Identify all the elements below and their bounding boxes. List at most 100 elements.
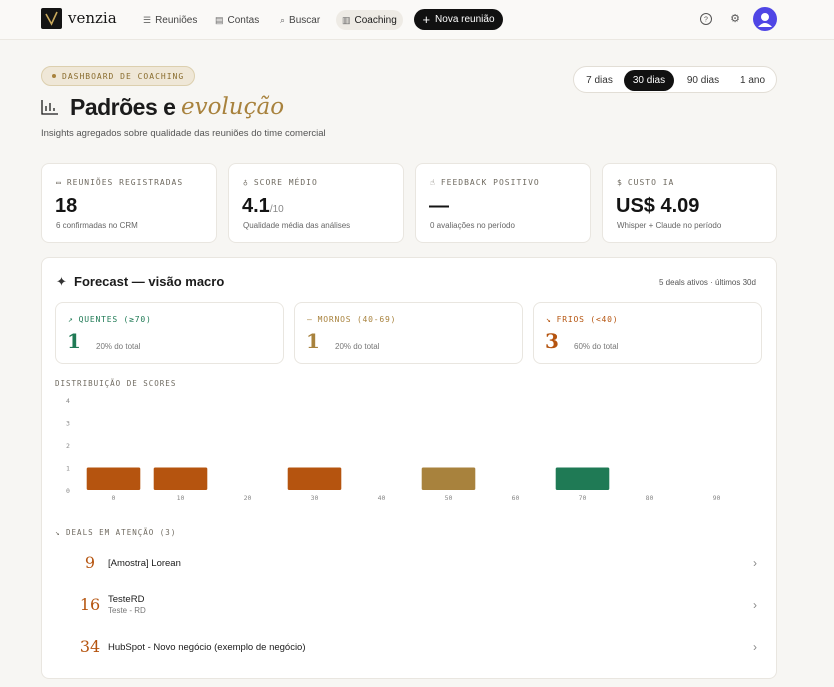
kpi-card-cost: $ CUSTO IA US$ 4.09 Whisper + Claude no …	[602, 163, 777, 243]
segment-label: MORNOS (40-69)	[317, 315, 397, 324]
kpi-card-meetings: ▭ REUNIÕES REGISTRADAS 18 6 confirmadas …	[41, 163, 217, 243]
top-bar: venzia ☰ Reuniões ▤ Contas ⌕ Buscar ▥ Co…	[0, 0, 834, 40]
nav-reunioes[interactable]: ☰ Reuniões	[137, 10, 203, 30]
x-tick-label: 50	[445, 494, 453, 502]
kpi-sub: Qualidade média das análises	[243, 221, 351, 230]
kpi-value: 18	[55, 195, 78, 217]
chevron-right-icon: ›	[753, 640, 757, 654]
bar-chart-icon: ▥	[342, 14, 351, 25]
period-1y[interactable]: 1 ano	[731, 70, 774, 91]
deal-sub: Teste - RD	[108, 606, 146, 615]
kpi-value: 4.1	[242, 195, 270, 217]
segment-sub: 20% do total	[96, 342, 141, 351]
deal-score: 9	[84, 553, 96, 572]
x-tick-label: 70	[579, 494, 587, 502]
nav-label: Buscar	[289, 14, 321, 26]
segment-cold[interactable]: ↘ FRIOS (<40) 3 60% do total	[533, 302, 762, 364]
kpi-label-wrap: $ CUSTO IA	[617, 178, 674, 187]
distribution-label: DISTRIBUIÇÃO DE SCORES	[55, 379, 177, 388]
bar-50[interactable]	[421, 467, 476, 491]
logo-icon	[41, 8, 62, 29]
avatar[interactable]	[753, 7, 777, 31]
deal-row[interactable]: 9 [Amostra] Lorean ›	[77, 549, 757, 579]
kpi-sub: 6 confirmadas no CRM	[56, 221, 138, 230]
nav-label: Reuniões	[155, 14, 198, 26]
segment-label: QUENTES (≥70)	[78, 315, 152, 324]
search-icon: ⌕	[280, 14, 286, 25]
period-30d[interactable]: 30 dias	[624, 70, 674, 91]
kpi-suffix: /10	[269, 204, 284, 215]
segment-hot[interactable]: ↗ QUENTES (≥70) 1 20% do total	[55, 302, 284, 364]
chevron-right-icon: ›	[753, 556, 757, 570]
x-tick-label: 0	[112, 494, 116, 502]
y-tick-label: 2	[66, 442, 70, 450]
calendar-icon: ▭	[56, 178, 62, 187]
segment-sub: 20% do total	[335, 342, 380, 351]
segment-value: 1	[67, 329, 81, 353]
new-meeting-button[interactable]: + Nova reunião	[414, 9, 503, 30]
trending-up-icon: ↗	[68, 315, 74, 324]
trending-down-icon: ↘	[55, 528, 61, 537]
segment-label-wrap: — MORNOS (40-69)	[307, 315, 396, 324]
kpi-value-wrap: 18	[55, 195, 77, 218]
bar-0[interactable]	[86, 467, 141, 491]
deal-name: [Amostra] Lorean	[108, 558, 181, 569]
app-name[interactable]: venzia	[68, 9, 117, 27]
building-icon: ▤	[215, 14, 224, 25]
score-distribution-chart: 012340 10 20 30 40 50 60 70 80 90	[66, 397, 721, 502]
page-subtitle: Insights agregados sobre qualidade das r…	[41, 128, 326, 139]
y-tick-label: 1	[66, 465, 70, 473]
thumbs-up-icon: ☝	[430, 178, 436, 187]
nav-label: Coaching	[354, 14, 397, 26]
badge-dot-icon	[52, 74, 56, 78]
bar-10[interactable]	[153, 467, 208, 491]
y-tick-label: 3	[66, 420, 70, 428]
dollar-icon: $	[617, 178, 623, 187]
badge-label: DASHBOARD DE COACHING	[62, 71, 185, 81]
chevron-right-icon: ›	[753, 598, 757, 612]
gear-icon[interactable]: ⚙	[728, 12, 742, 26]
kpi-sub: 0 avaliações no período	[430, 221, 515, 230]
x-tick-label: 10	[177, 494, 185, 502]
nav-coaching[interactable]: ▥ Coaching	[336, 10, 403, 30]
bar-70[interactable]	[555, 467, 610, 491]
period-90d[interactable]: 90 dias	[678, 70, 728, 91]
page-title-accent: evolução	[181, 94, 285, 120]
award-icon: ♁	[243, 178, 249, 187]
bar-30[interactable]	[287, 467, 342, 491]
svg-text:?: ?	[704, 17, 708, 24]
deals-label-wrap: ↘ DEALS EM ATENÇÃO (3)	[55, 528, 176, 537]
period-7d[interactable]: 7 dias	[578, 70, 621, 91]
nav-buscar[interactable]: ⌕ Buscar	[274, 10, 326, 30]
kpi-value-wrap: 4.1/10	[242, 195, 284, 218]
kpi-label: FEEDBACK POSITIVO	[440, 178, 540, 187]
kpi-label: REUNIÕES REGISTRADAS	[66, 178, 184, 187]
kpi-value: US$ 4.09	[616, 195, 700, 217]
deal-score: 16	[79, 595, 101, 614]
segment-label-wrap: ↘ FRIOS (<40)	[546, 315, 618, 324]
deal-name: HubSpot - Novo negócio (exemplo de negóc…	[108, 642, 306, 653]
y-tick-label: 4	[66, 397, 70, 405]
bar-chart-icon	[41, 99, 59, 120]
segment-label-wrap: ↗ QUENTES (≥70)	[68, 315, 152, 324]
nav-label: Contas	[227, 14, 260, 26]
dashboard-badge: DASHBOARD DE COACHING	[41, 66, 196, 86]
forecast-meta: 5 deals ativos · últimos 30d	[659, 278, 756, 287]
kpi-card-feedback: ☝ FEEDBACK POSITIVO — 0 avaliações no pe…	[415, 163, 591, 243]
segment-warm[interactable]: — MORNOS (40-69) 1 20% do total	[294, 302, 523, 364]
list-icon: ☰	[143, 14, 152, 25]
x-tick-label: 90	[713, 494, 721, 502]
deal-row[interactable]: 34 HubSpot - Novo negócio (exemplo de ne…	[77, 633, 757, 663]
x-tick-label: 30	[311, 494, 319, 502]
dash-icon: —	[307, 315, 313, 324]
plus-icon: +	[422, 12, 431, 27]
x-tick-label: 40	[378, 494, 386, 502]
kpi-value-wrap: —	[429, 195, 449, 218]
deal-row[interactable]: 16 TesteRD Teste - RD ›	[77, 591, 757, 621]
y-tick-label: 0	[66, 487, 70, 495]
help-icon[interactable]: ?	[699, 12, 713, 26]
segment-sub: 60% do total	[574, 342, 619, 351]
kpi-label-wrap: ☝ FEEDBACK POSITIVO	[430, 178, 540, 187]
x-tick-label: 60	[512, 494, 520, 502]
nav-contas[interactable]: ▤ Contas	[209, 10, 265, 30]
